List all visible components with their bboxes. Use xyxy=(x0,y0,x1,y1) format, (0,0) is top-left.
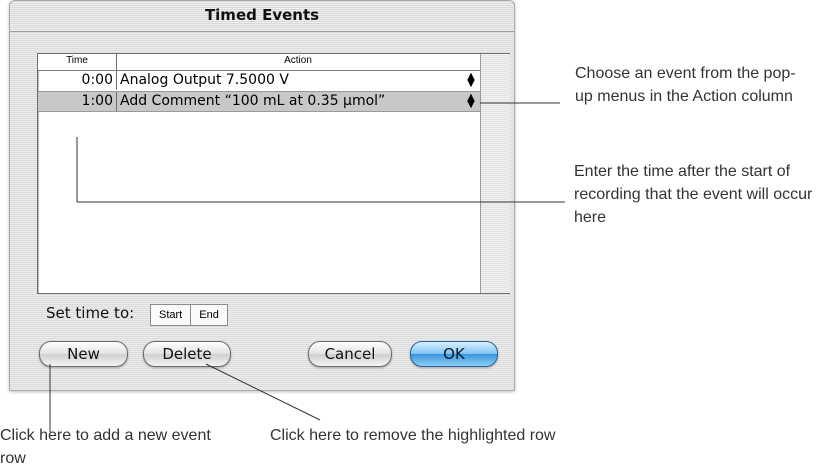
annotation-time-entry: Enter the time after the start of record… xyxy=(574,163,813,226)
set-time-start-button[interactable]: Start xyxy=(151,305,191,325)
popup-updown-arrows-icon[interactable]: ▲ ▼ xyxy=(466,72,476,89)
delete-button[interactable]: Delete xyxy=(143,341,231,367)
column-divider xyxy=(116,54,117,70)
timed-events-dialog: Timed Events Time Action 0:00 Analog Out… xyxy=(9,0,515,391)
set-time-segmented-control: Start End xyxy=(150,304,228,326)
annotation-new-row: Click here to add a new event row xyxy=(0,427,211,467)
window-title: Timed Events xyxy=(204,6,320,24)
table-row[interactable]: 0:00 Analog Output 7.5000 V ▲ ▼ xyxy=(38,71,480,90)
table-header: Time Action xyxy=(38,54,480,71)
events-table: Time Action 0:00 Analog Output 7.5000 V … xyxy=(37,53,510,294)
action-popup-menu[interactable]: Add Comment “100 mL at 0.35 µmol” xyxy=(120,93,385,109)
action-popup-menu[interactable]: Analog Output 7.5000 V xyxy=(120,72,289,88)
column-header-time[interactable]: Time xyxy=(38,55,116,66)
column-divider xyxy=(116,71,117,90)
column-divider xyxy=(116,92,117,111)
new-button[interactable]: New xyxy=(39,341,128,367)
table-row-selected[interactable]: 1:00 Add Comment “100 mL at 0.35 µmol” ▲… xyxy=(38,91,480,112)
set-time-label: Set time to: xyxy=(46,304,135,322)
column-header-action[interactable]: Action xyxy=(118,55,478,66)
cancel-button[interactable]: Cancel xyxy=(308,341,392,367)
time-cell[interactable]: 0:00 xyxy=(38,72,113,88)
vertical-scrollbar[interactable] xyxy=(480,54,510,293)
time-cell[interactable]: 1:00 xyxy=(38,93,113,109)
ok-button[interactable]: OK xyxy=(410,341,498,367)
title-bar[interactable]: Timed Events xyxy=(10,1,514,32)
set-time-end-button[interactable]: End xyxy=(190,305,227,325)
annotation-remove-row: Click here to remove the highlighted row xyxy=(270,427,556,444)
popup-updown-arrows-icon[interactable]: ▲ ▼ xyxy=(466,93,476,110)
annotation-action-popup: Choose an event from the pop-up menus in… xyxy=(575,65,796,105)
